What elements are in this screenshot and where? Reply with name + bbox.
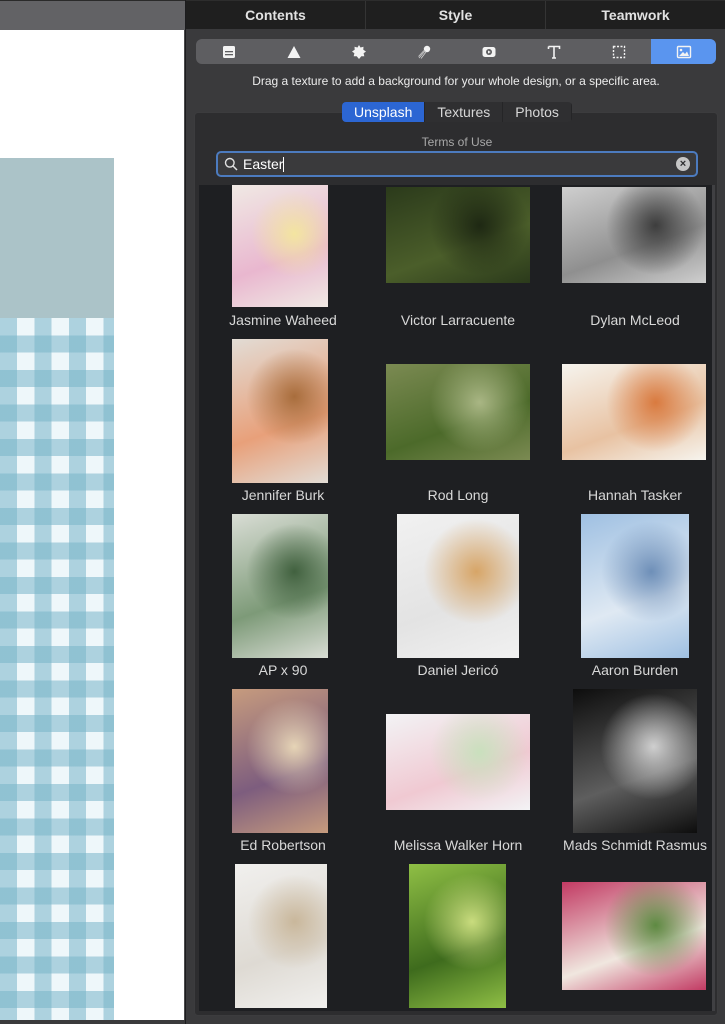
photo-author-caption: Daniel Jericó — [417, 662, 499, 678]
photo-thumbnail[interactable] — [581, 514, 689, 658]
search-value: Easter — [243, 155, 284, 172]
layout-button[interactable] — [196, 39, 261, 64]
frame-button[interactable] — [586, 39, 651, 64]
photo-thumbnail[interactable] — [386, 364, 530, 460]
search-input[interactable]: Easter — [243, 156, 676, 173]
photo-thumbnail[interactable] — [235, 864, 327, 1008]
photo-author-caption: Rod Long — [427, 487, 489, 503]
text-icon — [547, 45, 560, 59]
image-background-icon — [676, 45, 691, 58]
photo-thumbnail[interactable] — [386, 714, 530, 810]
photo-thumbnail[interactable] — [232, 185, 328, 307]
content-type-toolbar — [196, 39, 716, 64]
text-caret — [283, 157, 285, 173]
media-button[interactable] — [456, 39, 521, 64]
text-button[interactable] — [521, 39, 586, 64]
photo-author-caption: Ed Robertson — [240, 837, 326, 853]
photo-author-caption: Mads Schmidt Rasmus — [563, 837, 707, 853]
tab-contents[interactable]: Contents — [186, 1, 366, 29]
photo-thumbnail[interactable] — [562, 187, 706, 283]
clear-search-icon[interactable]: × — [676, 157, 690, 171]
photo-author-caption: Aaron Burden — [591, 662, 679, 678]
photo-results-grid[interactable]: Jasmine Waheed Victor Larracuente Dylan Mc… — [199, 185, 714, 1011]
photo-thumbnail[interactable] — [232, 689, 328, 833]
canvas-gingham-background[interactable] — [0, 318, 114, 1020]
badges-button[interactable] — [326, 39, 391, 64]
terms-of-use-link[interactable]: Terms of Use — [195, 135, 719, 149]
brush-icon — [417, 45, 430, 59]
shapes-button[interactable] — [261, 39, 326, 64]
photo-thumbnail[interactable] — [409, 864, 506, 1008]
inspector-tabs: Contents Style Teamwork — [186, 0, 725, 29]
photo-author-caption: Jennifer Burk — [241, 487, 325, 503]
effects-button[interactable] — [391, 39, 456, 64]
unsplash-browser: Terms of Use Easter × Jasmine Waheed Vict… — [194, 112, 718, 1016]
search-field[interactable]: Easter × — [216, 151, 698, 177]
background-button[interactable] — [651, 39, 716, 64]
photo-thumbnail[interactable] — [232, 514, 328, 658]
photo-thumbnail[interactable] — [573, 689, 697, 833]
photo-author-caption: Hannah Tasker — [588, 487, 682, 503]
tab-style[interactable]: Style — [366, 1, 546, 29]
video-icon — [482, 46, 495, 57]
source-tabs: Unsplash Textures Photos — [342, 102, 572, 122]
tab-textures[interactable]: Textures — [425, 102, 504, 122]
tab-teamwork[interactable]: Teamwork — [546, 1, 725, 29]
tab-photos[interactable]: Photos — [503, 102, 572, 122]
photo-author-caption: Melissa Walker Horn — [393, 837, 523, 853]
shape-triangle-icon — [287, 45, 300, 58]
design-page[interactable] — [0, 30, 184, 1020]
canvas-bottom-edge — [0, 1020, 185, 1024]
photo-thumbnail[interactable] — [562, 882, 706, 990]
photo-author-caption: Dylan McLeod — [590, 312, 680, 328]
photo-author-caption: Victor Larracuente — [400, 312, 516, 328]
photo-thumbnail[interactable] — [562, 364, 706, 460]
search-icon — [224, 157, 238, 171]
layout-icon — [222, 45, 235, 58]
photo-thumbnail[interactable] — [386, 187, 530, 283]
canvas-color-block[interactable] — [0, 158, 114, 318]
selection-frame-icon — [612, 45, 625, 58]
canvas-toolbar-strip — [0, 0, 185, 30]
background-hint-text: Drag a texture to add a background for y… — [252, 74, 660, 88]
photo-thumbnail[interactable] — [397, 514, 519, 658]
results-scrollbar[interactable] — [712, 185, 715, 1011]
photo-author-caption: AP x 90 — [258, 662, 308, 678]
inspector-panel: Contents Style Teamwork Drag a texture t… — [185, 0, 725, 1024]
tab-unsplash[interactable]: Unsplash — [342, 102, 426, 122]
badge-star-icon — [351, 44, 366, 59]
design-canvas-area — [0, 0, 185, 1024]
photo-thumbnail[interactable] — [232, 339, 328, 483]
photo-author-caption: Jasmine Waheed — [229, 312, 337, 328]
